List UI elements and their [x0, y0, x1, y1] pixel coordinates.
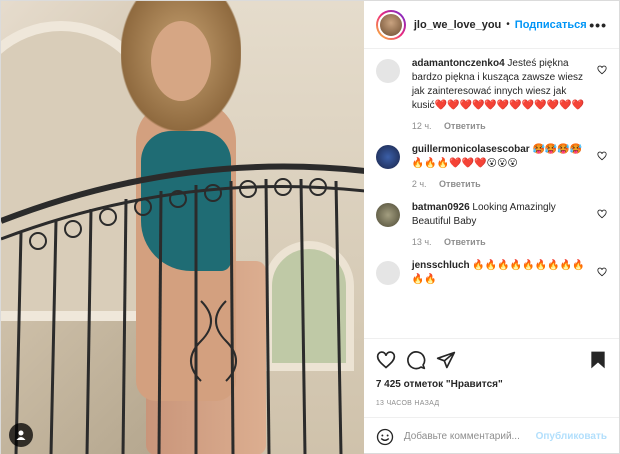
comments-list[interactable]: adamantonczenko4 Jesteś piękna bardzo pi…	[364, 49, 619, 338]
comment-meta: 13 ч. Ответить	[412, 237, 588, 247]
like-comment-icon[interactable]	[597, 267, 607, 277]
comment-time[interactable]: 13 ч.	[412, 237, 432, 247]
comment-icon[interactable]	[406, 350, 426, 370]
photo-balcony-railing	[1, 163, 364, 454]
post-timestamp[interactable]: 13 часов назад	[376, 400, 607, 407]
comment-text: batman0926 Looking Amazingly Beautiful B…	[412, 201, 588, 229]
post-header: jlo_we_love_you • Подписаться •••	[363, 1, 619, 49]
comment-meta: 12 ч. Ответить	[412, 121, 588, 131]
likes-count[interactable]: 7 425 отметок "Нравится"	[376, 379, 607, 390]
comment-meta: 2 ч. Ответить	[412, 179, 588, 189]
commenter-username[interactable]: adamantonczenko4	[412, 58, 505, 69]
comment-text: jensschluch 🔥🔥🔥🔥🔥🔥🔥🔥🔥🔥🔥	[412, 259, 588, 287]
comment-input[interactable]: Добавьте комментарий...	[404, 431, 520, 442]
commenter-username[interactable]: jensschluch	[412, 260, 470, 271]
action-icons	[376, 347, 607, 373]
commenter-avatar[interactable]	[375, 145, 400, 169]
post-sidebar: jlo_we_love_you • Подписаться ••• adaman…	[363, 1, 619, 454]
more-options-icon[interactable]: •••	[589, 17, 607, 33]
comment-time[interactable]: 12 ч.	[412, 121, 432, 131]
instagram-post: jlo_we_love_you • Подписаться ••• adaman…	[0, 0, 620, 454]
reply-button[interactable]: Ответить	[444, 121, 486, 131]
reply-button[interactable]: Ответить	[444, 237, 486, 247]
author-avatar[interactable]	[375, 9, 406, 40]
commenter-avatar[interactable]	[375, 261, 400, 285]
tagged-users-icon[interactable]	[9, 423, 33, 447]
comment-item: batman0926 Looking Amazingly Beautiful B…	[375, 201, 607, 247]
comment-item: jensschluch 🔥🔥🔥🔥🔥🔥🔥🔥🔥🔥🔥	[375, 259, 607, 287]
post-actions: 7 425 отметок "Нравится" 13 часов назад	[363, 338, 619, 407]
comment-text: guillermonicolasescobar 🥵🥵🥵🥵🔥🔥🔥❤️❤️❤️😮😮😮	[412, 143, 588, 171]
add-comment-bar: Добавьте комментарий... Опубликовать	[363, 417, 619, 454]
author-username[interactable]: jlo_we_love_you	[414, 19, 501, 31]
follow-button[interactable]: Подписаться	[515, 19, 587, 31]
comment-time[interactable]: 2 ч.	[412, 179, 427, 189]
commenter-avatar[interactable]	[375, 203, 400, 227]
commenter-username[interactable]: guillermonicolasescobar	[412, 144, 530, 155]
comment-item: adamantonczenko4 Jesteś piękna bardzo pi…	[375, 57, 607, 131]
like-comment-icon[interactable]	[597, 65, 607, 75]
reply-button[interactable]: Ответить	[439, 179, 481, 189]
header-separator: •	[506, 19, 510, 30]
like-comment-icon[interactable]	[597, 151, 607, 161]
bookmark-icon[interactable]	[589, 350, 607, 370]
commenter-username[interactable]: batman0926	[412, 202, 470, 213]
emoji-icon[interactable]	[376, 428, 394, 446]
heart-icon[interactable]	[376, 350, 396, 370]
post-photo[interactable]	[1, 1, 364, 454]
commenter-avatar[interactable]	[375, 59, 400, 83]
comment-text: adamantonczenko4 Jesteś piękna bardzo pi…	[412, 57, 588, 113]
like-comment-icon[interactable]	[597, 209, 607, 219]
publish-button[interactable]: Опубликовать	[536, 431, 607, 442]
comment-item: guillermonicolasescobar 🥵🥵🥵🥵🔥🔥🔥❤️❤️❤️😮😮😮…	[375, 143, 607, 189]
share-icon[interactable]	[436, 350, 456, 370]
